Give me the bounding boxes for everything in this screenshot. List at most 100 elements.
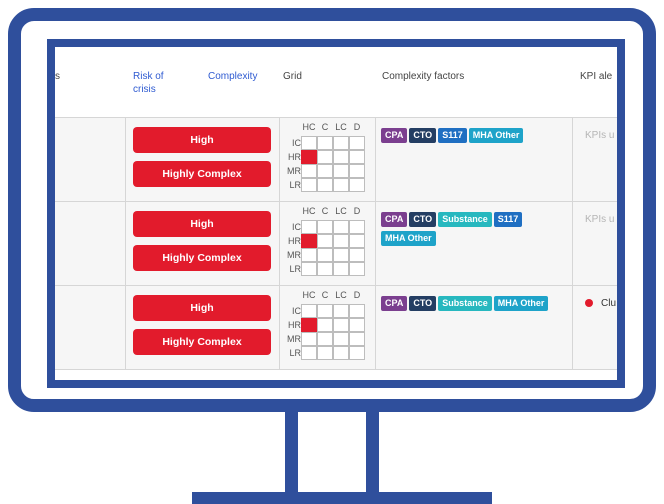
grid-row-label: HR [288, 236, 301, 246]
kpi-alert-cell: KPIs u [585, 214, 614, 225]
grid-cell [333, 136, 349, 150]
column-divider [279, 286, 280, 369]
grid-cell [301, 332, 317, 346]
grid-cell [349, 304, 365, 318]
risk-complexity-grid: HC C LC D IC HR MR LR [283, 290, 373, 368]
kpi-alert-text: KPIs u [585, 130, 615, 141]
grid-cell [349, 318, 365, 332]
column-divider [125, 286, 126, 369]
grid-row-label: IC [292, 138, 301, 148]
risk-label-line2: crisis [133, 84, 156, 95]
table-header: s Risk of crisis Complexity Grid Complex… [55, 47, 617, 118]
grid-cell [349, 150, 365, 164]
complexity-factor-tag: MHA Other [493, 296, 549, 311]
grid-cell [333, 332, 349, 346]
grid-row-label: IC [292, 222, 301, 232]
grid-row-label: MR [287, 166, 301, 176]
table-row[interactable]: High Highly Complex HC C LC D IC HR MR LR CPA CTO S1… [55, 118, 617, 202]
grid-column-label: D [353, 290, 361, 300]
grid-row-label: LR [289, 180, 301, 190]
grid-cell [317, 318, 333, 332]
complexity-factor-tag: CPA [381, 212, 408, 227]
grid-cell [317, 262, 333, 276]
grid-row-label: LR [289, 264, 301, 274]
grid-column-label: D [353, 122, 361, 132]
complexity-factor-tag: S117 [493, 212, 523, 227]
grid-cell [349, 332, 365, 346]
complexity-factor-tags: CPA CTO Substance MHA Other [381, 296, 571, 315]
complexity-badge: Highly Complex [133, 245, 271, 271]
grid-column-label: HC [302, 290, 316, 300]
monitor-stand-base [192, 492, 492, 504]
grid-cell [317, 220, 333, 234]
grid-cell [301, 262, 317, 276]
grid-cell [301, 164, 317, 178]
grid-column-label: C [321, 290, 329, 300]
complexity-factor-tag: Substance [438, 296, 492, 311]
case-table: s Risk of crisis Complexity Grid Complex… [55, 47, 617, 380]
grid-cell [317, 136, 333, 150]
complexity-factor-tag: MHA Other [381, 231, 436, 246]
grid-cell [333, 150, 349, 164]
complexity-factor-tag: CPA [381, 296, 408, 311]
grid-cell [333, 346, 349, 360]
risk-complexity-grid: HC C LC D IC HR MR LR [283, 122, 373, 200]
kpi-alert-cell: Clu [585, 298, 616, 309]
risk-badge: High [133, 295, 271, 321]
column-header-risk-of-crisis[interactable]: Risk of crisis [133, 70, 164, 96]
grid-row-label: MR [287, 334, 301, 344]
grid-cell [349, 220, 365, 234]
column-header-cut: s [55, 71, 60, 82]
grid-cell [349, 248, 365, 262]
kpi-alert-cell: KPIs u [585, 130, 614, 141]
kpi-alert-text: KPIs u [585, 214, 615, 225]
grid-column-label: D [353, 206, 361, 216]
grid-cell [301, 304, 317, 318]
grid-column-label: C [321, 122, 329, 132]
complexity-factor-tag: CTO [409, 128, 437, 143]
grid-cell-highlighted [301, 318, 317, 332]
grid-cell [317, 248, 333, 262]
complexity-factor-tag: CTO [409, 212, 437, 227]
column-header-kpi-alerts: KPI ale [580, 71, 613, 82]
grid-cell [349, 178, 365, 192]
complexity-badge: Highly Complex [133, 161, 271, 187]
column-divider [375, 286, 376, 369]
grid-cell [333, 178, 349, 192]
grid-cell [317, 150, 333, 164]
risk-badge: High [133, 127, 271, 153]
column-header-complexity-factors: Complexity factors [382, 71, 465, 82]
grid-cell [349, 346, 365, 360]
grid-row-label: IC [292, 306, 301, 316]
grid-column-label: LC [335, 290, 347, 300]
column-divider [375, 118, 376, 201]
complexity-factor-tag: Substance [438, 212, 492, 227]
column-header-complexity[interactable]: Complexity [208, 70, 257, 83]
column-divider [279, 202, 280, 285]
grid-cell [301, 248, 317, 262]
complexity-factor-tag: MHA Other [468, 128, 524, 143]
complexity-factor-tag: S117 [438, 128, 467, 143]
column-divider [572, 286, 573, 369]
grid-cell-highlighted [301, 150, 317, 164]
risk-complexity-grid: HC C LC D IC HR MR LR [283, 206, 373, 284]
risk-badge: High [133, 211, 271, 237]
grid-column-label: HC [302, 206, 316, 216]
monitor-screen: s Risk of crisis Complexity Grid Complex… [47, 39, 625, 388]
table-row[interactable]: High Highly Complex HC C LC D IC HR MR LR CPA CTO Su… [55, 202, 617, 286]
monitor-stand-neck [285, 412, 379, 494]
complexity-factor-tags: CPA CTO Substance S117 MHA Other [381, 212, 571, 250]
grid-cell [301, 346, 317, 360]
grid-row-label: LR [289, 348, 301, 358]
grid-row-label: HR [288, 320, 301, 330]
grid-cell [349, 136, 365, 150]
grid-cell [333, 248, 349, 262]
column-header-grid: Grid [283, 71, 302, 82]
grid-cell [317, 234, 333, 248]
risk-label-line1: Risk of [133, 71, 164, 82]
column-divider [375, 202, 376, 285]
grid-cell [333, 318, 349, 332]
grid-column-label: LC [335, 206, 347, 216]
table-row[interactable]: High Highly Complex HC C LC D IC HR MR LR CPA CTO Su… [55, 286, 617, 370]
grid-cell [317, 164, 333, 178]
